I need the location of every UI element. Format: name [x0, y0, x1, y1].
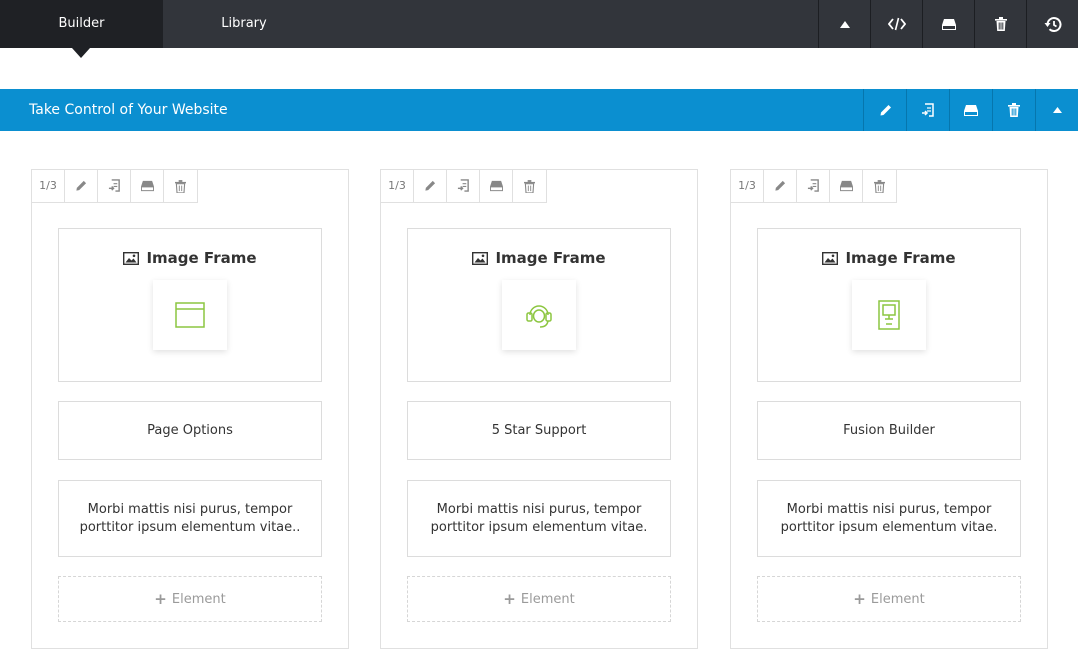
column-size-button[interactable]: 1/3 [32, 170, 65, 202]
column-toolbar: 1/3 [32, 170, 198, 203]
column-save-button[interactable] [830, 170, 863, 202]
text-element[interactable]: Morbi mattis nisi purus, tempor porttito… [407, 480, 671, 557]
image-icon [822, 251, 839, 265]
image-thumbnail [502, 280, 576, 350]
add-element-label: Element [870, 591, 925, 607]
add-element-label: Element [171, 591, 226, 607]
clone-icon [922, 102, 934, 117]
column-edit-button[interactable] [764, 170, 797, 202]
image-frame-label: Image Frame [146, 249, 257, 267]
column-clone-button[interactable] [797, 170, 830, 202]
collapse-up-icon [839, 20, 850, 28]
headset-support-icon [526, 305, 552, 328]
column-save-button[interactable] [480, 170, 513, 202]
tab-library[interactable]: Library [163, 0, 325, 48]
topbar-actions [818, 0, 1078, 48]
column-clone-button[interactable] [98, 170, 131, 202]
add-element-label: Element [520, 591, 575, 607]
add-element-button[interactable]: + Element [757, 576, 1021, 622]
column-edit-button[interactable] [65, 170, 98, 202]
column-delete-button[interactable] [513, 170, 546, 202]
text-element-content: Morbi mattis nisi purus, tempor porttito… [430, 501, 648, 535]
trash-icon [994, 17, 1007, 31]
tab-builder[interactable]: Builder [0, 0, 163, 48]
clone-icon [807, 179, 819, 192]
column-toolbar: 1/3 [381, 170, 547, 203]
save-icon [964, 104, 978, 116]
image-thumbnail [153, 280, 227, 350]
title-element[interactable]: Fusion Builder [757, 401, 1021, 460]
add-element-button[interactable]: + Element [58, 576, 322, 622]
section-actions [863, 89, 1078, 131]
save-icon [839, 180, 853, 192]
column-clone-button[interactable] [447, 170, 480, 202]
trash-icon [175, 179, 186, 193]
text-element[interactable]: Morbi mattis nisi purus, tempor porttito… [757, 480, 1021, 557]
container-section-bar: Take Control of Your Website [0, 89, 1078, 131]
save-icon [140, 180, 154, 192]
column-delete-button[interactable] [164, 170, 197, 202]
trash-icon [524, 179, 535, 193]
device-screen-icon [878, 300, 900, 330]
builder-topbar: Builder Library [0, 0, 1078, 48]
section-title[interactable]: Take Control of Your Website [29, 89, 228, 131]
trash-icon [874, 179, 885, 193]
image-icon [472, 251, 489, 265]
column-size-button[interactable]: 1/3 [381, 170, 414, 202]
column: 1/3 Image Frame Fusion Builder Morbi mat… [730, 169, 1048, 649]
image-frame-label: Image Frame [495, 249, 606, 267]
image-icon [123, 251, 140, 265]
title-element[interactable]: 5 Star Support [407, 401, 671, 460]
collapse-up-icon [1052, 107, 1062, 113]
edit-icon [425, 180, 436, 191]
image-frame-heading: Image Frame [408, 249, 670, 267]
section-clone-button[interactable] [906, 89, 949, 131]
save-icon [941, 18, 956, 30]
delete-all-button[interactable] [974, 0, 1026, 48]
plus-icon: + [503, 590, 516, 608]
text-element[interactable]: Morbi mattis nisi purus, tempor porttito… [58, 480, 322, 557]
clone-icon [457, 179, 469, 192]
add-element-button[interactable]: + Element [407, 576, 671, 622]
column-toolbar: 1/3 [731, 170, 897, 203]
text-element-content: Morbi mattis nisi purus, tempor porttito… [780, 501, 998, 535]
plus-icon: + [154, 590, 167, 608]
image-frame-element[interactable]: Image Frame [407, 228, 671, 382]
edit-icon [76, 180, 87, 191]
save-icon [489, 180, 503, 192]
column-save-button[interactable] [131, 170, 164, 202]
column-edit-button[interactable] [414, 170, 447, 202]
plus-icon: + [853, 590, 866, 608]
clone-icon [108, 179, 120, 192]
save-template-button[interactable] [922, 0, 974, 48]
column: 1/3 Image Frame 5 Star Support Morbi mat… [380, 169, 698, 649]
image-frame-element[interactable]: Image Frame [757, 228, 1021, 382]
column-size-button[interactable]: 1/3 [731, 170, 764, 202]
history-icon [1044, 16, 1061, 32]
column: 1/3 Image Frame Page Options Morbi matti… [31, 169, 349, 649]
history-button[interactable] [1026, 0, 1078, 48]
edit-icon [775, 180, 786, 191]
title-element[interactable]: Page Options [58, 401, 322, 460]
section-edit-button[interactable] [863, 89, 906, 131]
section-save-button[interactable] [949, 89, 992, 131]
image-frame-heading: Image Frame [758, 249, 1020, 267]
image-frame-element[interactable]: Image Frame [58, 228, 322, 382]
column-delete-button[interactable] [863, 170, 896, 202]
section-delete-button[interactable] [992, 89, 1035, 131]
section-collapse-button[interactable] [1035, 89, 1078, 131]
edit-icon [880, 104, 891, 115]
image-frame-label: Image Frame [845, 249, 956, 267]
collapse-all-button[interactable] [818, 0, 870, 48]
text-element-content: Morbi mattis nisi purus, tempor porttito… [79, 501, 301, 535]
code-icon [887, 17, 906, 31]
code-view-button[interactable] [870, 0, 922, 48]
active-tab-indicator [72, 48, 90, 58]
browser-window-icon [175, 302, 205, 328]
image-thumbnail [852, 280, 926, 350]
image-frame-heading: Image Frame [59, 249, 321, 267]
trash-icon [1008, 103, 1020, 117]
